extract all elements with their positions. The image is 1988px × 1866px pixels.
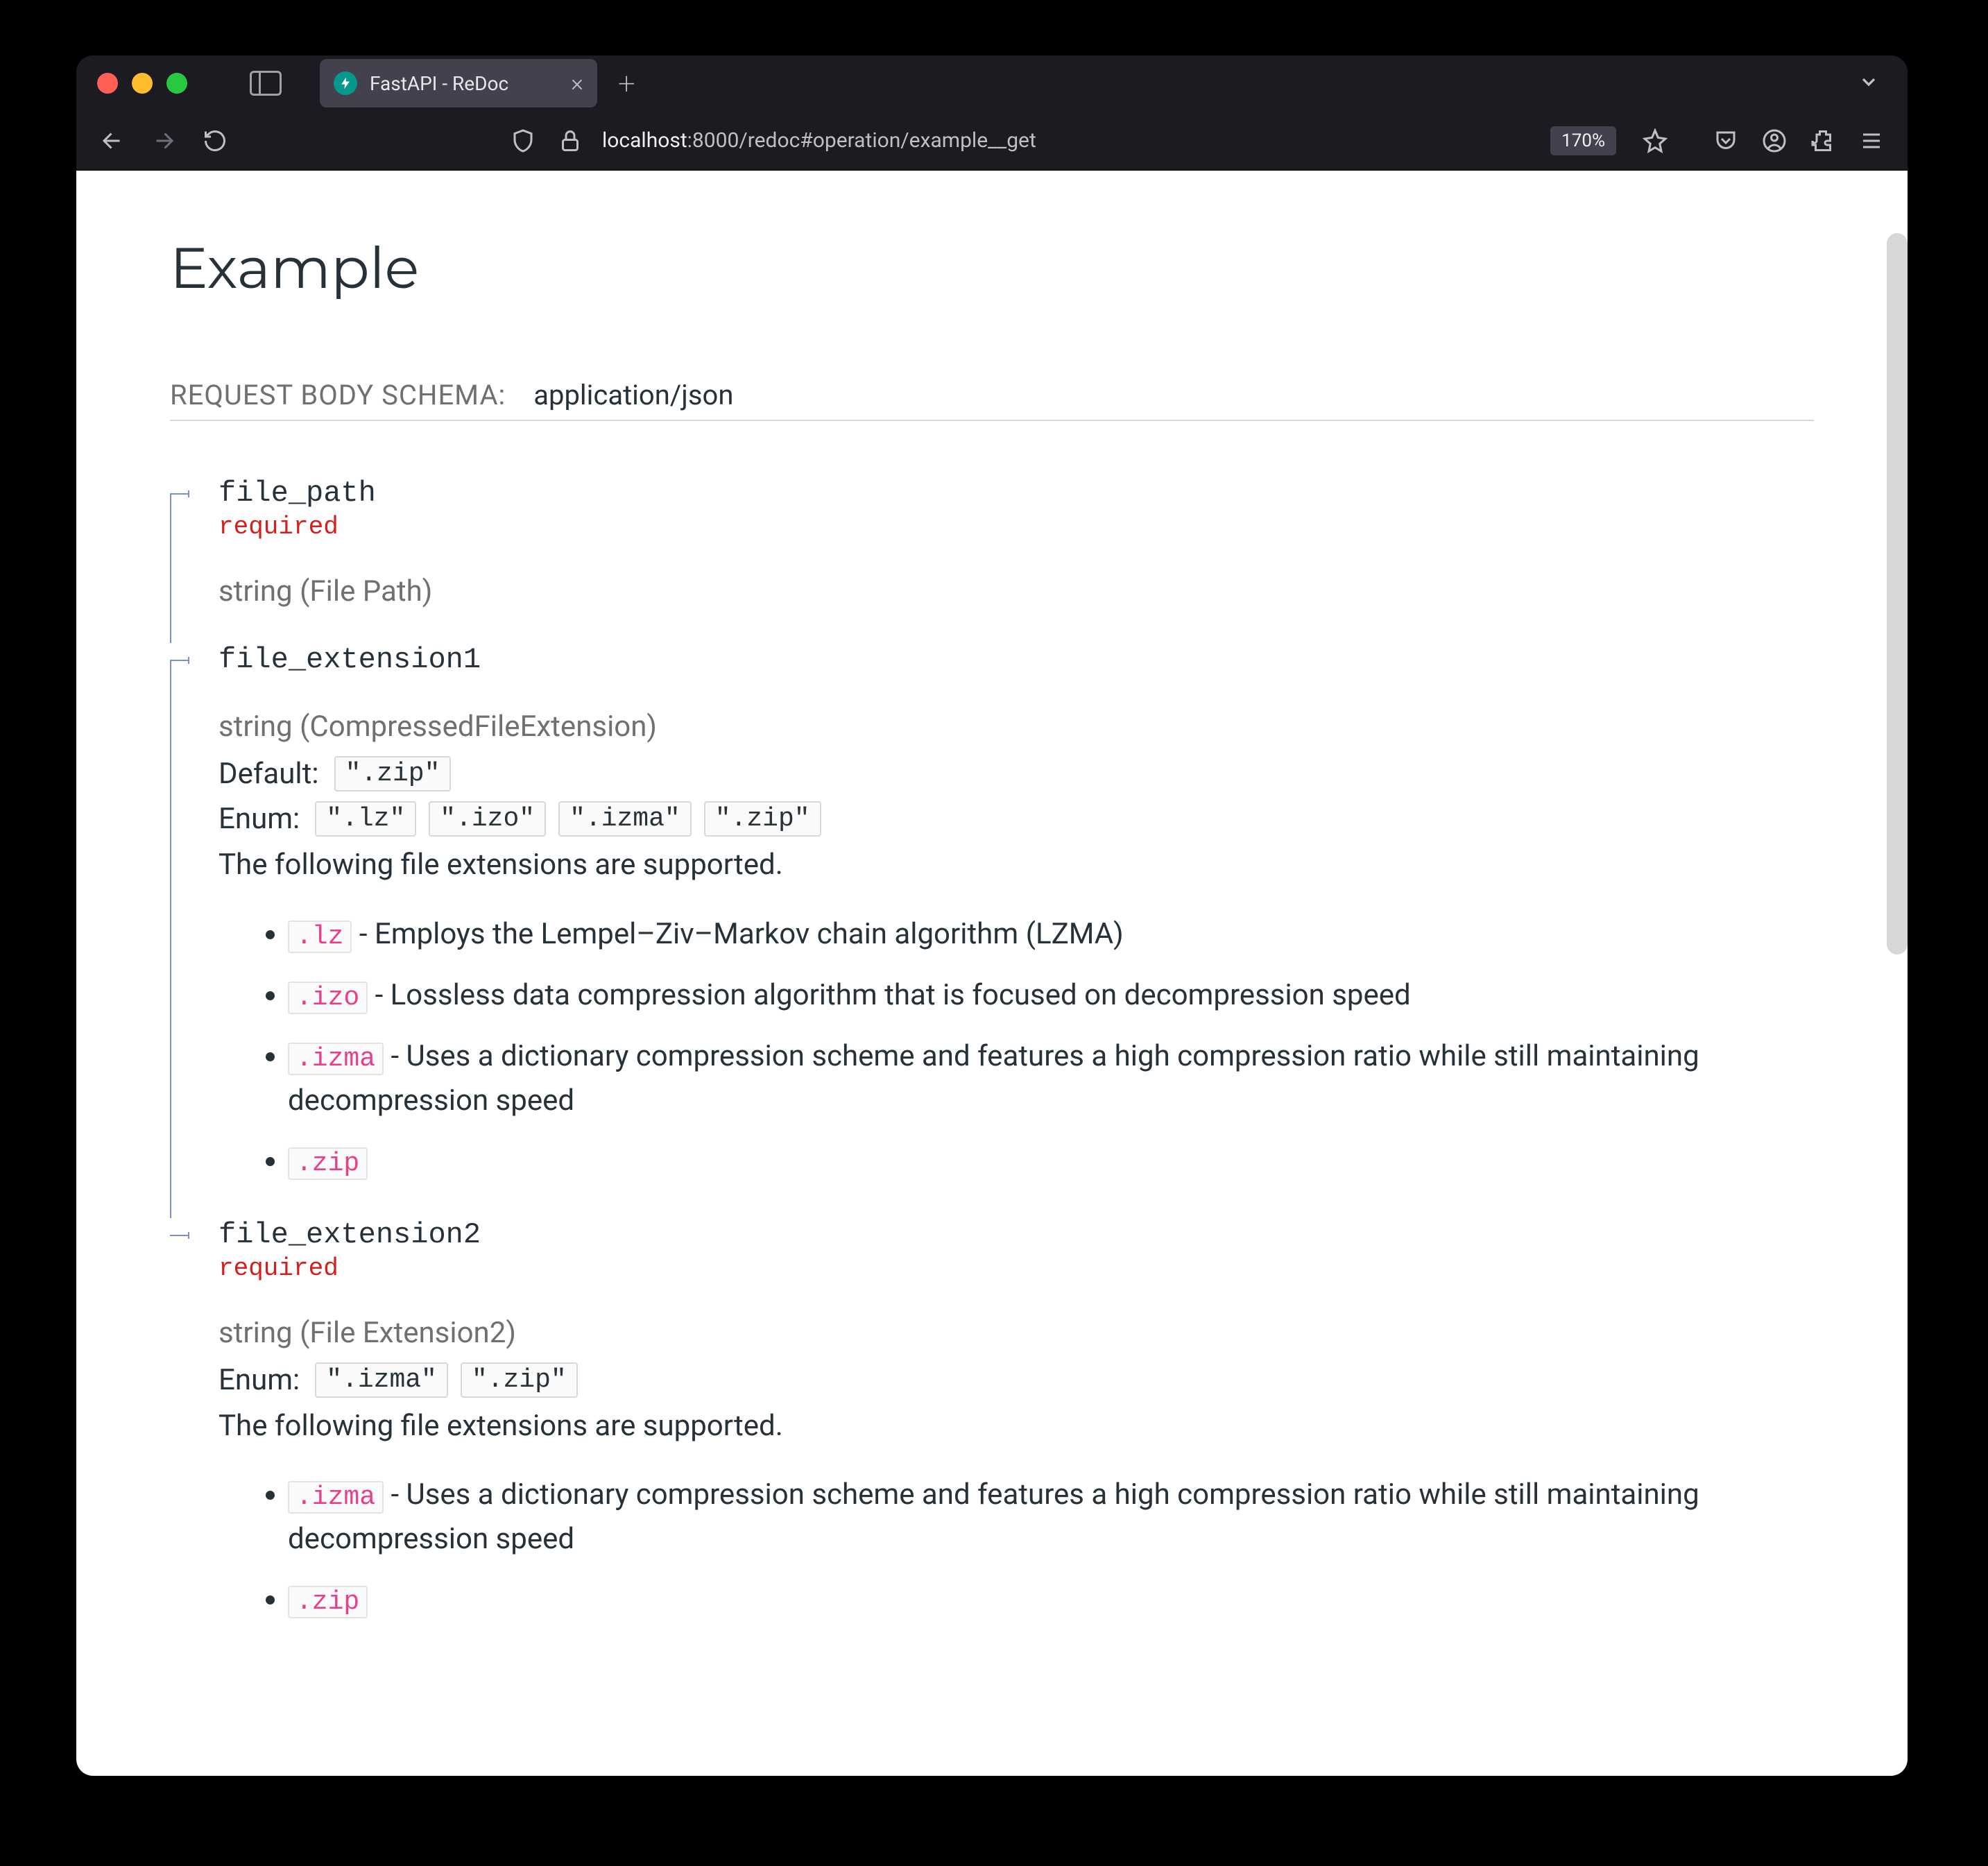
browser-window: FastAPI - ReDoc × + localhost:8000/redoc…: [76, 55, 1908, 1776]
lock-icon: [555, 126, 585, 156]
code-chip: .lz: [288, 921, 352, 953]
enum-value: ".lz": [315, 801, 416, 837]
prop-type: string (File Path): [218, 574, 1814, 608]
titlebar: FastAPI - ReDoc × +: [76, 55, 1908, 111]
zoom-badge[interactable]: 170%: [1550, 126, 1616, 155]
url-text: localhost:8000/redoc#operation/example__…: [602, 128, 1036, 153]
list-item: .izma - Uses a dictionary compression sc…: [288, 1034, 1814, 1122]
tab-title: FastAPI - ReDoc: [370, 72, 508, 95]
scrollbar[interactable]: [1887, 233, 1908, 955]
fastapi-favicon-icon: [334, 71, 357, 95]
code-chip: .zip: [288, 1586, 368, 1618]
prop-name: file_path: [218, 477, 1814, 510]
prop-description: The following file extensions are suppor…: [218, 1407, 1814, 1446]
props-list: file_path required string (File Path) fi…: [170, 477, 1814, 1622]
forward-button[interactable]: [148, 126, 179, 156]
default-label: Default:: [218, 757, 319, 791]
bookmark-star-icon[interactable]: [1640, 126, 1670, 156]
toolbar-right: [1711, 126, 1887, 156]
prop-file-extension1: file_extension1 string (CompressedFileEx…: [170, 643, 1814, 1183]
maximize-window-button[interactable]: [166, 73, 187, 94]
close-window-button[interactable]: [97, 73, 118, 94]
redoc-page: Example REQUEST BODY SCHEMA: application…: [76, 171, 1908, 1698]
list-item: .izma - Uses a dictionary compression sc…: [288, 1473, 1814, 1561]
navbar: localhost:8000/redoc#operation/example__…: [76, 111, 1908, 171]
list-item: .zip: [288, 1577, 1814, 1622]
enum-label: Enum:: [218, 1363, 300, 1397]
menu-icon[interactable]: [1856, 126, 1887, 156]
prop-enum-row: Enum: ".izma" ".zip": [218, 1362, 1814, 1398]
minimize-window-button[interactable]: [132, 73, 153, 94]
prop-description-list: .lz - Employs the Lempel–Ziv–Markov chai…: [218, 912, 1814, 1183]
schema-header: REQUEST BODY SCHEMA: application/json: [170, 379, 1814, 421]
tabs-overflow-icon[interactable]: [1858, 71, 1880, 96]
account-icon[interactable]: [1759, 126, 1790, 156]
url-host: localhost: [602, 128, 687, 153]
schema-label: REQUEST BODY SCHEMA:: [170, 379, 506, 411]
url-path: :8000/redoc#operation/example__get: [687, 128, 1036, 153]
enum-value: ".izma": [558, 801, 692, 837]
schema-mime: application/json: [533, 379, 733, 411]
prop-name: file_extension1: [218, 643, 1814, 676]
tab-close-icon[interactable]: ×: [571, 71, 583, 95]
prop-description-list: .izma - Uses a dictionary compression sc…: [218, 1473, 1814, 1622]
prop-description: The following file extensions are suppor…: [218, 846, 1814, 884]
shield-icon[interactable]: [508, 126, 538, 156]
back-button[interactable]: [97, 126, 128, 156]
enum-label: Enum:: [218, 802, 300, 836]
enum-value: ".zip": [461, 1362, 578, 1398]
list-item: .zip: [288, 1139, 1814, 1183]
new-tab-button[interactable]: +: [618, 65, 635, 101]
prop-default-row: Default: ".zip": [218, 756, 1814, 791]
code-chip: .zip: [288, 1147, 368, 1180]
extensions-icon[interactable]: [1808, 126, 1838, 156]
prop-name: file_extension2: [218, 1218, 1814, 1251]
enum-value: ".izma": [315, 1362, 448, 1398]
prop-required: required: [218, 513, 1814, 541]
prop-required: required: [218, 1254, 1814, 1283]
code-chip: .izma: [288, 1043, 384, 1075]
code-chip: .izo: [288, 982, 368, 1014]
prop-file-path: file_path required string (File Path): [170, 477, 1814, 608]
prop-type: string (File Extension2): [218, 1316, 1814, 1350]
prop-file-extension2: file_extension2 required string (File Ex…: [170, 1218, 1814, 1623]
browser-tab[interactable]: FastAPI - ReDoc ×: [320, 59, 597, 108]
window-controls: [97, 73, 187, 94]
code-chip: .izma: [288, 1481, 384, 1514]
content-area: Example REQUEST BODY SCHEMA: application…: [76, 171, 1908, 1776]
enum-value: ".izo": [429, 801, 546, 837]
reload-button[interactable]: [200, 126, 230, 156]
enum-value: ".zip": [704, 801, 821, 837]
sidebar-toggle-icon[interactable]: [250, 71, 282, 96]
list-item: .lz - Employs the Lempel–Ziv–Markov chai…: [288, 912, 1814, 957]
default-value: ".zip": [334, 756, 452, 791]
prop-enum-row: Enum: ".lz" ".izo" ".izma" ".zip": [218, 801, 1814, 837]
page-title: Example: [170, 233, 1814, 302]
list-item: .izo - Lossless data compression algorit…: [288, 973, 1814, 1018]
prop-type: string (CompressedFileExtension): [218, 710, 1814, 744]
pocket-icon[interactable]: [1711, 126, 1741, 156]
url-bar[interactable]: localhost:8000/redoc#operation/example__…: [258, 120, 1683, 162]
